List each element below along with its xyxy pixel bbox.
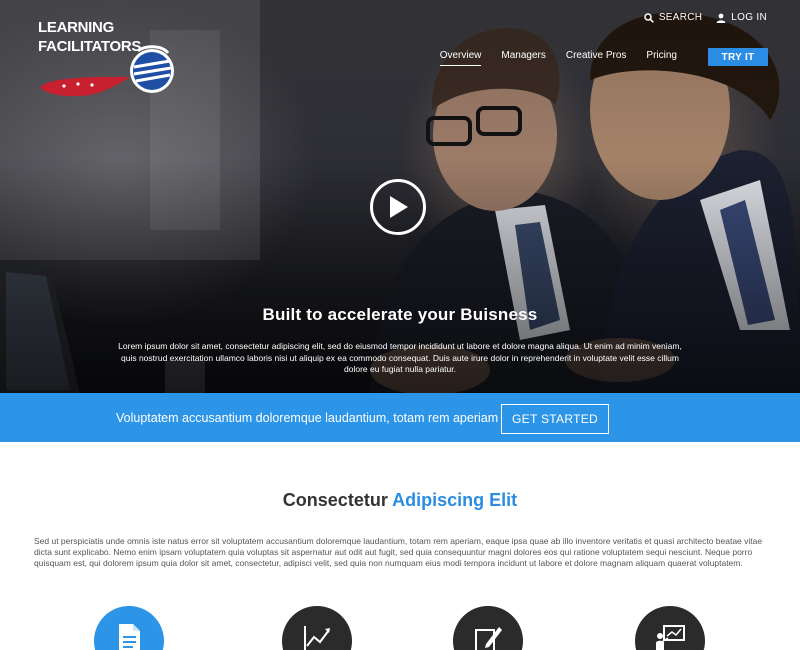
search-icon	[644, 12, 654, 23]
get-started-button[interactable]: GET STARTED	[501, 404, 609, 434]
login-label: LOG IN	[731, 12, 767, 23]
section-body: Sed ut perspiciatis unde omnis iste natu…	[34, 536, 763, 568]
nav-item-managers[interactable]: Managers	[501, 50, 545, 65]
section-title-plain: Consectetur	[282, 490, 388, 510]
main-nav: Overview Managers Creative Pros Pricing …	[420, 48, 768, 66]
login-link[interactable]: LOG IN	[716, 12, 767, 23]
section-title: Consectetur Adipiscing Elit	[0, 490, 800, 511]
nav-item-creative-pros[interactable]: Creative Pros	[566, 50, 627, 65]
nav-item-overview[interactable]: Overview	[439, 50, 481, 66]
logo-swoosh-icon	[40, 45, 174, 97]
user-icon	[716, 13, 726, 23]
growth-chart-icon	[304, 626, 330, 650]
play-icon	[390, 196, 408, 218]
hero-description: Lorem ipsum dolor sit amet, consectetur …	[118, 341, 682, 374]
nav-item-pricing[interactable]: Pricing	[646, 50, 677, 65]
utility-links: SEARCH LOG IN	[644, 12, 767, 23]
feature-document[interactable]	[94, 606, 164, 650]
search-label: SEARCH	[658, 12, 703, 23]
pen-edit-icon	[475, 627, 502, 650]
brand-logo[interactable]: LEARNING FACILITATORS	[38, 19, 178, 97]
feature-growth[interactable]	[282, 606, 352, 650]
search-link[interactable]: SEARCH	[644, 12, 702, 23]
cta-banner: Voluptatem accusantium doloremque laudan…	[0, 393, 800, 442]
logo-text-line1: LEARNING	[38, 19, 114, 36]
document-icon	[119, 624, 140, 650]
try-it-button[interactable]: TRY IT	[708, 48, 768, 66]
section-title-accent: Adipiscing Elit	[392, 490, 518, 510]
feature-edit[interactable]	[453, 606, 523, 650]
cta-banner-text: Voluptatem accusantium doloremque laudan…	[116, 411, 499, 425]
feature-presentation[interactable]	[635, 606, 705, 650]
hero-title: Built to accelerate your Buisness	[262, 305, 538, 324]
presentation-icon	[656, 625, 685, 650]
play-video-button[interactable]	[370, 179, 426, 235]
